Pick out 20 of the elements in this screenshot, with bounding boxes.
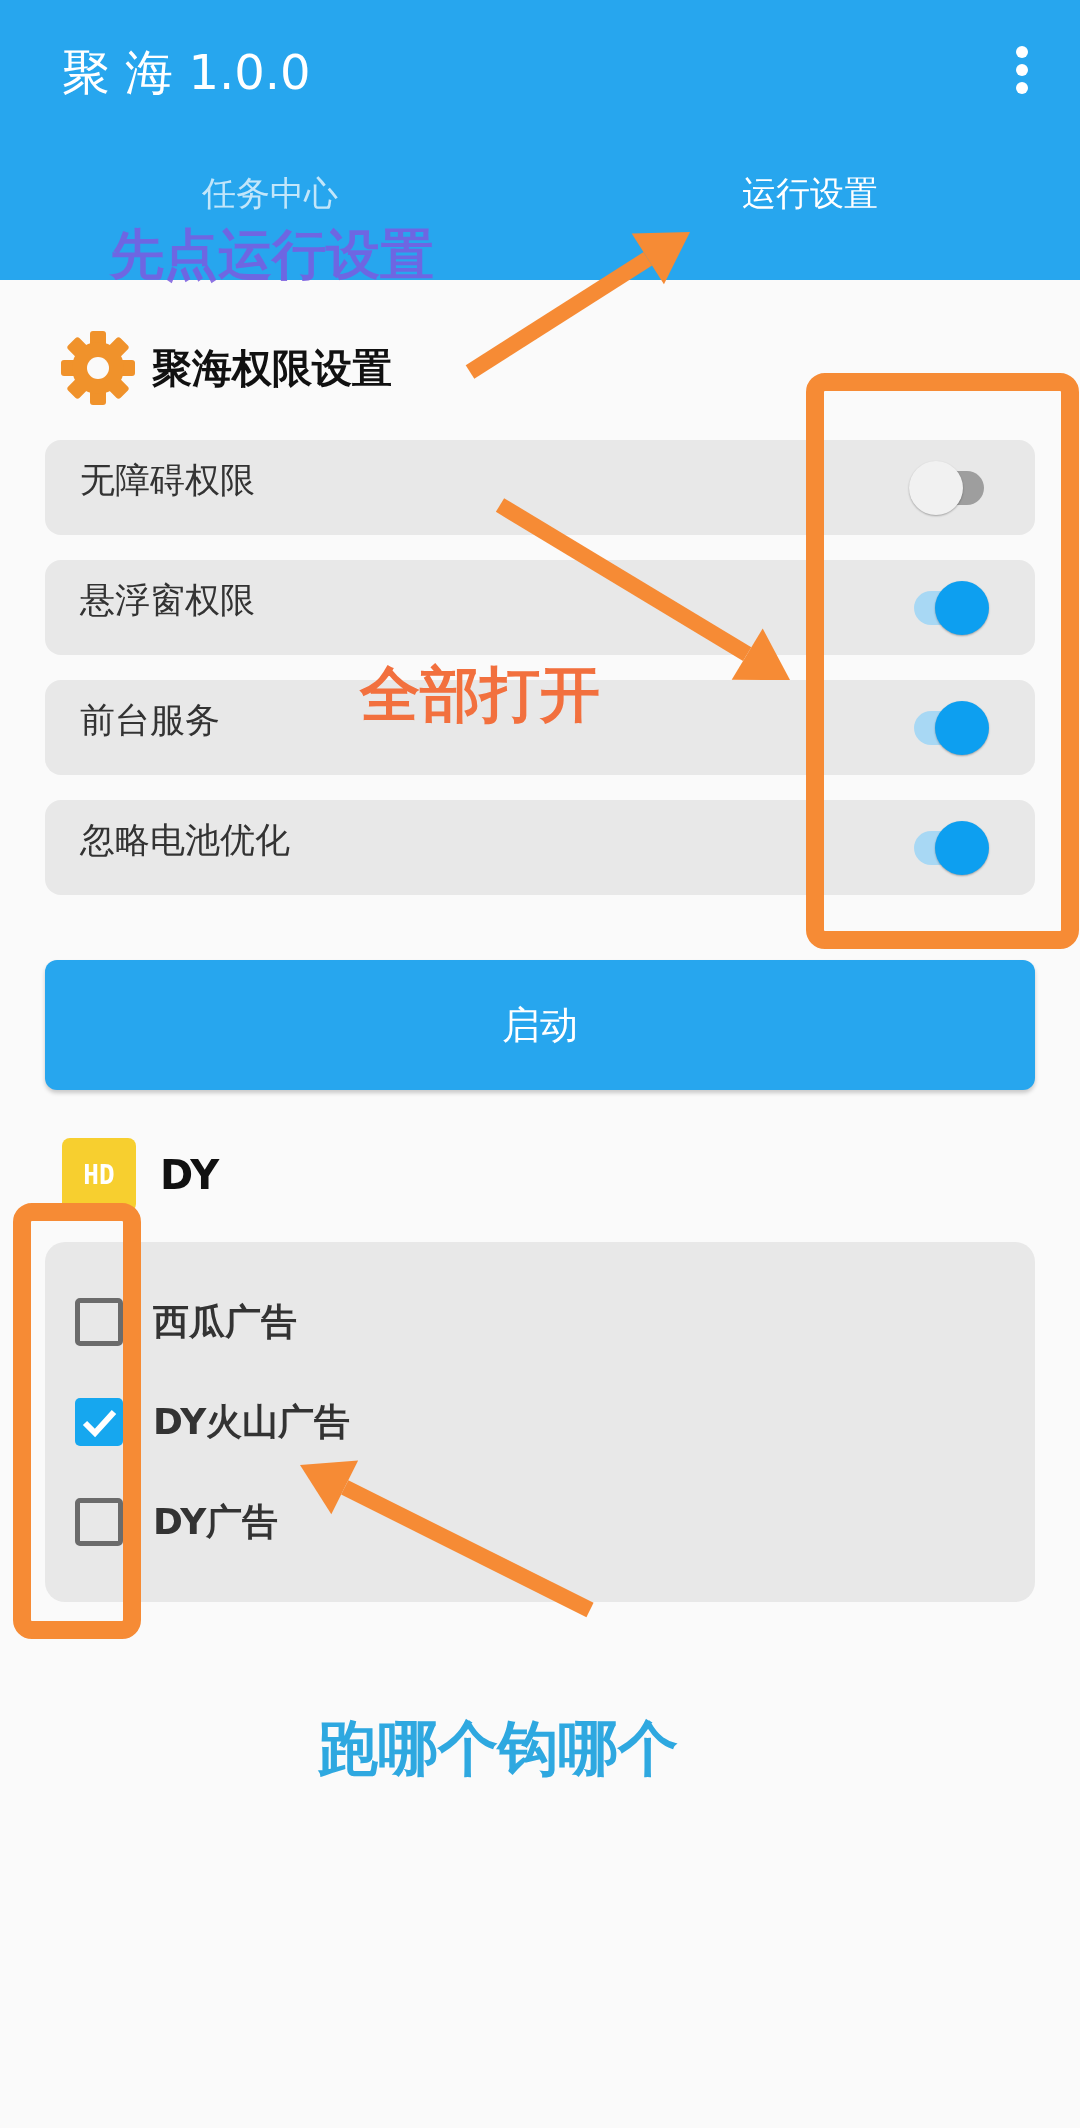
checkbox-label: DY火山广告 (153, 1400, 351, 1444)
annotation-text: 全部打开 (360, 664, 600, 724)
permission-label: 前台服务 (80, 699, 220, 743)
checkbox[interactable] (75, 1498, 123, 1546)
section-title: DY (160, 1151, 220, 1200)
annotation-text: 先点运行设置 (110, 228, 434, 282)
gear-icon (60, 330, 136, 406)
tab[interactable]: 运行设置 (540, 167, 1080, 259)
checkbox-label: DY广告 (153, 1500, 279, 1544)
section-title: 聚海权限设置 (152, 344, 392, 393)
checkbox[interactable] (75, 1298, 123, 1346)
permission-label: 悬浮窗权限 (80, 579, 255, 623)
permission-label: 无障碍权限 (80, 459, 255, 503)
checkbox-label: 西瓜广告 (153, 1300, 297, 1344)
checkbox[interactable] (75, 1398, 123, 1446)
menu-icon[interactable] (1014, 44, 1030, 96)
start-button[interactable]: 启动 (45, 960, 1035, 1090)
annotation-text: 跑哪个钩哪个 (318, 1718, 678, 1778)
permission-label: 忽略电池优化 (80, 819, 290, 863)
app-title: 聚 海 1.0.0 (61, 43, 311, 96)
